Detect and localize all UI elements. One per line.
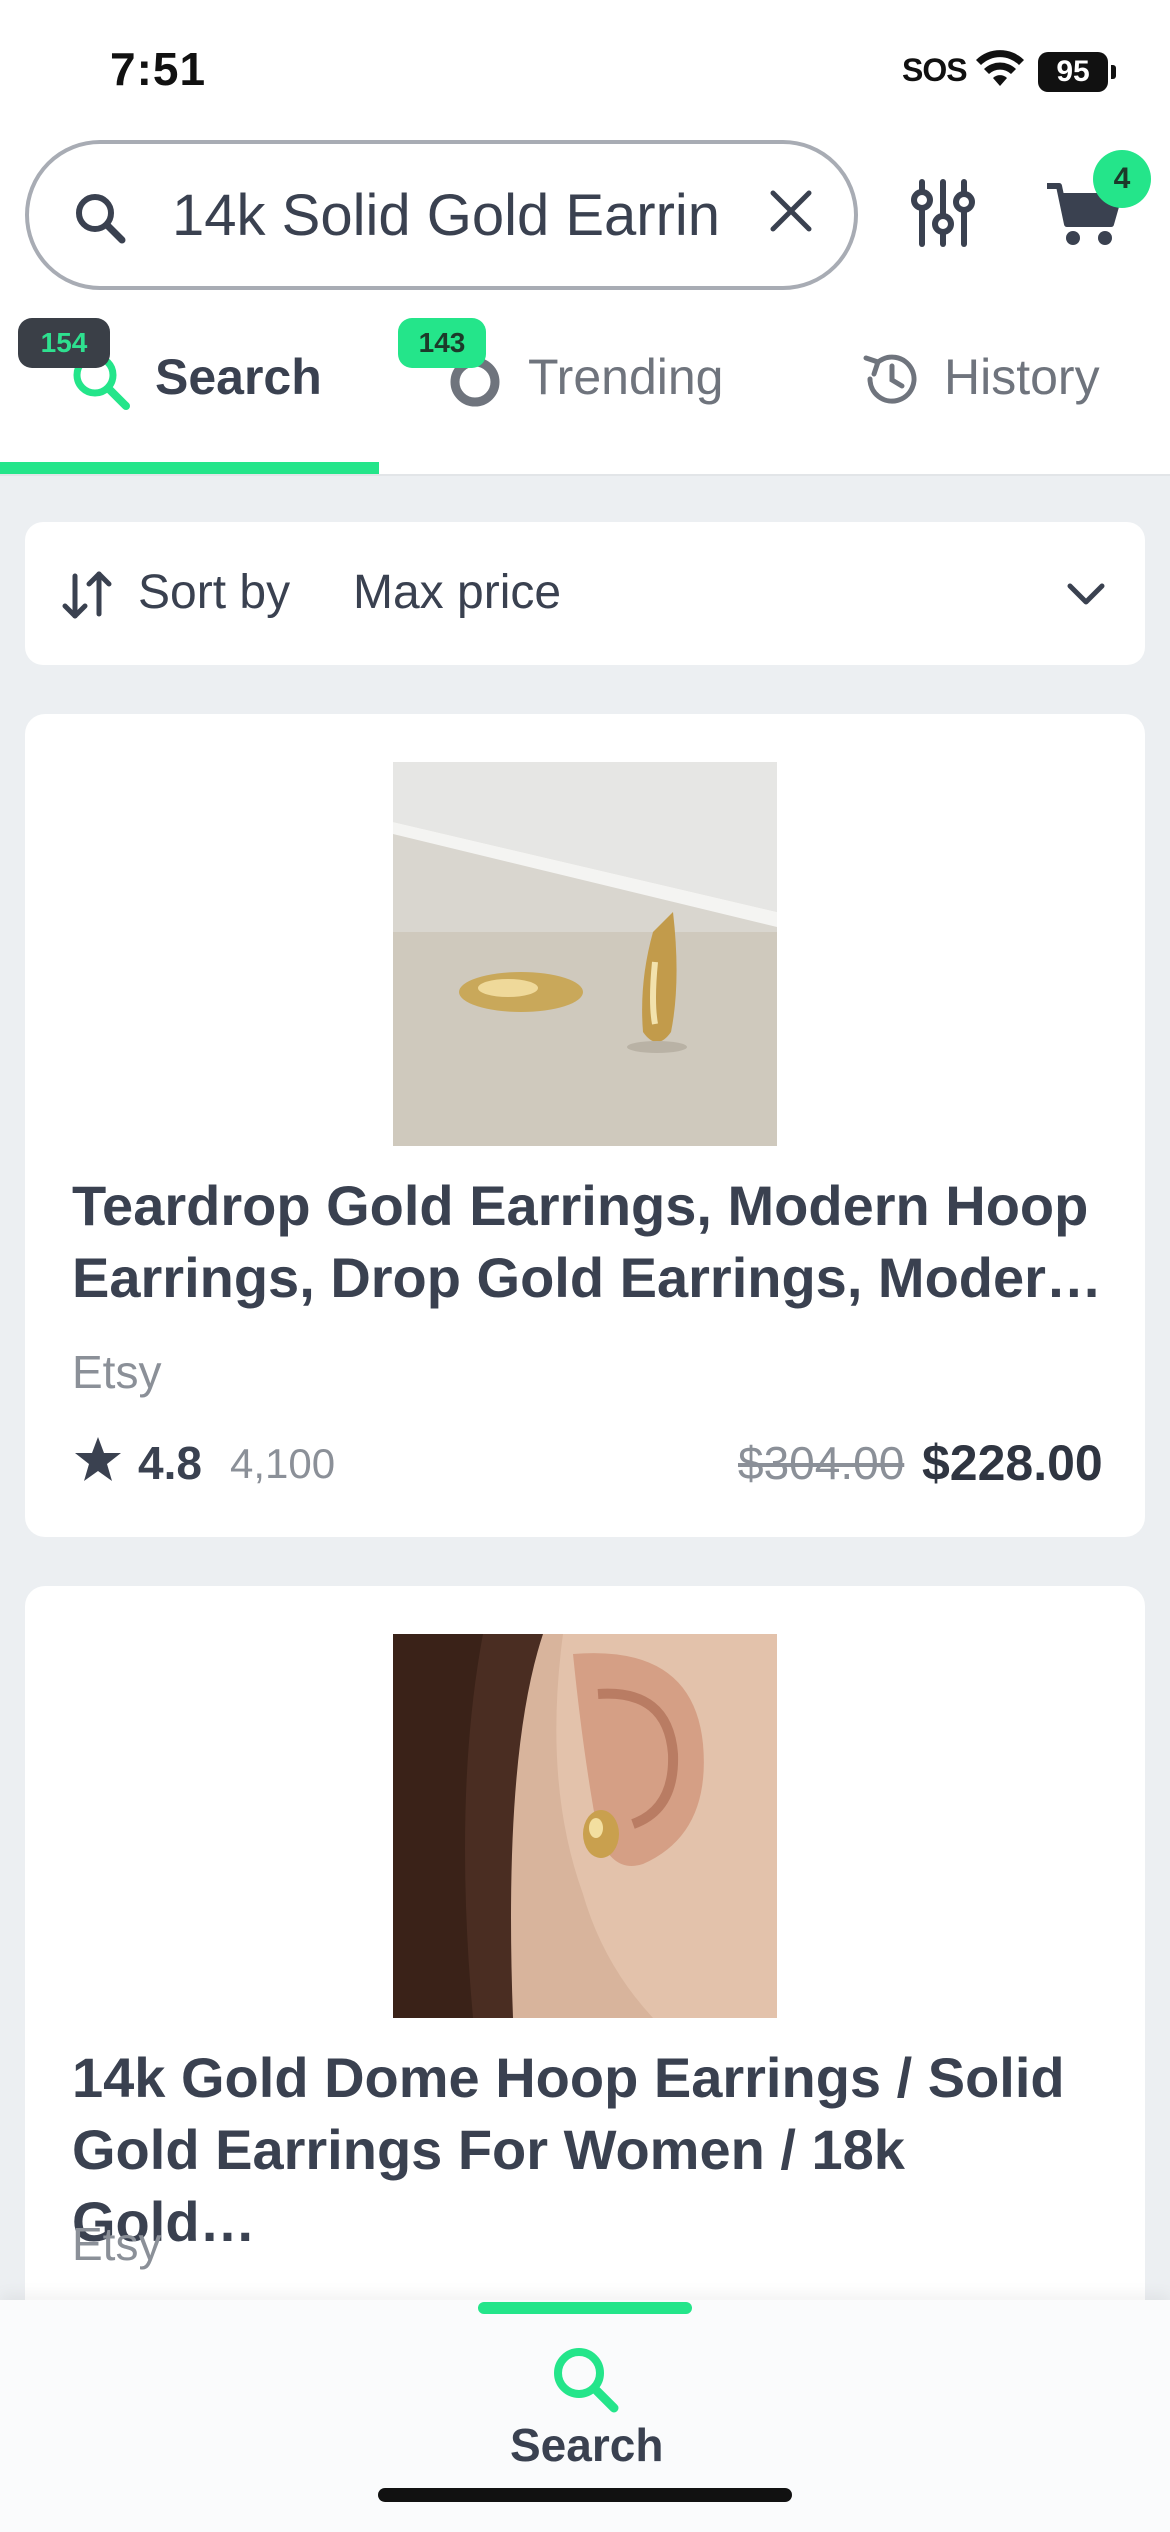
sort-value[interactable]: Max price: [353, 565, 561, 620]
history-icon[interactable]: [858, 346, 924, 412]
battery-indicator: 95: [1038, 52, 1116, 92]
search-count-badge: 154: [18, 318, 110, 368]
product-store: Etsy: [72, 2218, 162, 2270]
product-store: Etsy: [72, 1346, 162, 1398]
cart-count-badge: 4: [1093, 150, 1151, 208]
home-indicator[interactable]: [378, 2488, 792, 2502]
rating-value: 4.8: [138, 1437, 202, 1489]
tab-trending[interactable]: Trending: [528, 348, 723, 406]
bottom-nav-indicator: [478, 2302, 692, 2314]
product-title[interactable]: Teardrop Gold Earrings, Modern Hoop Earr…: [72, 1170, 1102, 1314]
filter-sliders-icon[interactable]: [910, 178, 976, 248]
sort-label: Sort by: [138, 566, 291, 619]
trending-count-badge: 143: [398, 318, 486, 368]
product-image[interactable]: [393, 762, 777, 1146]
tab-search[interactable]: Search: [155, 348, 322, 406]
original-price: $304.00: [738, 1437, 905, 1489]
search-input[interactable]: 14k Solid Gold Earrin: [172, 180, 732, 252]
chevron-down-icon[interactable]: [1064, 578, 1108, 610]
wifi-icon: [976, 50, 1024, 86]
status-carrier: SOS: [902, 52, 968, 88]
sale-price: $228.00: [922, 1435, 1103, 1491]
active-tab-indicator: [0, 462, 379, 474]
status-time: 7:51: [110, 43, 207, 95]
search-icon: [76, 194, 126, 244]
bottom-nav-search[interactable]: Search: [510, 2418, 663, 2472]
tab-history[interactable]: History: [944, 348, 1100, 406]
sort-icon: [62, 571, 112, 619]
product-title[interactable]: 14k Gold Dome Hoop Earrings / Solid Gold…: [72, 2042, 1102, 2258]
product-image[interactable]: [393, 1634, 777, 2018]
review-count: 4,100: [230, 1440, 336, 1487]
star-icon: [75, 1437, 121, 1481]
close-icon[interactable]: [768, 188, 814, 234]
search-icon[interactable]: [548, 2342, 622, 2416]
